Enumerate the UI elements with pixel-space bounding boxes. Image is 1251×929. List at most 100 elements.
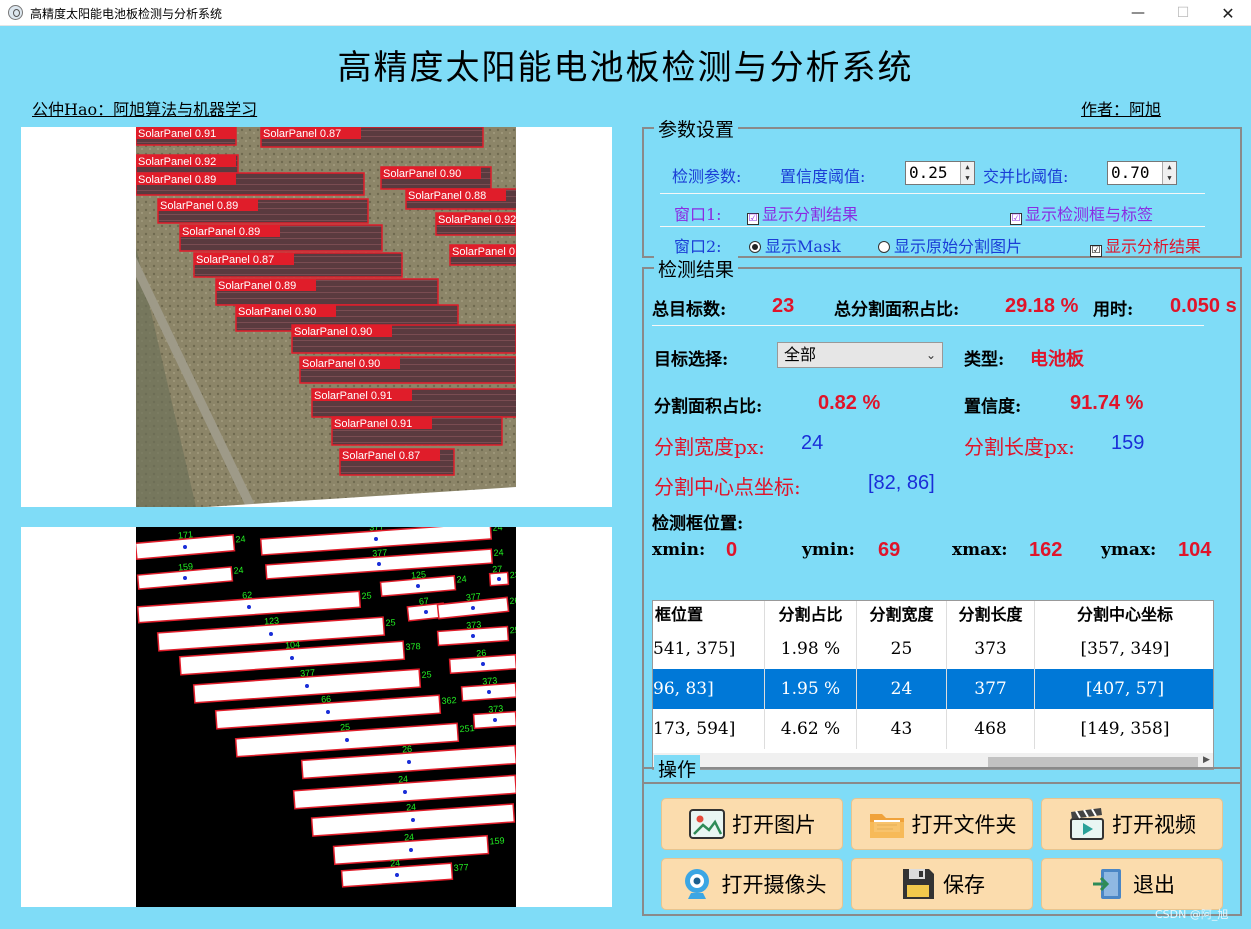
column-header-seg-width[interactable]: 分割宽度 [857,601,947,629]
mask-width-label: 25 [385,617,396,628]
mask-width-label: 25 [361,590,372,601]
column-header-seg-center[interactable]: 分割中心坐标 [1035,601,1213,629]
open-camera-button[interactable]: 打开摄像头 [661,858,843,910]
ymin-label: ymin: [802,540,855,560]
table-header-row: 框位置 分割占比 分割宽度 分割长度 分割中心坐标 [653,601,1213,629]
seg-length-label: 分割长度px: [964,435,1075,459]
detection-label: SolarPanel 0.91 [334,418,412,430]
total-targets-value: 23 [772,295,795,317]
detection-box: SolarPanel 0.90 [380,166,492,190]
open-folder-button[interactable]: 打开文件夹 [851,798,1033,850]
mask-width-label: 24 [235,534,246,545]
type-value: 电池板 [1030,349,1084,370]
type-label: 类型: [964,350,1005,370]
maximize-button[interactable]: ☐ [1160,0,1206,26]
box-position-label: 检测框位置: [652,514,744,534]
minimize-button[interactable]: — [1115,0,1161,26]
operations-group-title: 操作 [654,755,701,782]
mask-length-label: 26 [476,648,487,659]
mask-length-label: 24 [404,832,415,843]
radio-selected-icon [749,241,761,253]
detection-label: SolarPanel 0.89 [138,174,216,186]
target-select-dropdown[interactable]: 全部 ⌄ [777,342,943,368]
column-header-seg-length[interactable]: 分割长度 [947,601,1035,629]
detection-box: SolarPanel 0.87 [193,252,403,278]
mask-length-label: 125 [411,569,427,580]
show-analysis-checkbox[interactable]: ☑ 显示分析结果 [1090,233,1201,257]
exit-button[interactable]: 退出 [1041,858,1223,910]
show-segmentation-checkbox[interactable]: ☑ 显示分割结果 [747,201,858,225]
mask-length-label: 24 [406,802,417,813]
scroll-right-icon[interactable]: ▶ [1203,755,1210,765]
wechat-link[interactable]: 公仲Hao：阿旭算法与机器学习 [32,96,257,120]
show-segmentation-label: 显示分割结果 [762,205,859,224]
column-header-box-position[interactable]: 框位置 [653,601,765,629]
open-folder-label: 打开文件夹 [911,813,1017,837]
table-cell: 25 [857,629,947,669]
open-video-button[interactable]: 打开视频 [1041,798,1223,850]
mask-length-label: 24 [398,774,409,785]
detection-label: SolarPanel 0.90 [383,168,461,180]
detection-label: SolarPanel 0.90 [302,358,380,370]
target-select-label: 目标选择: [654,350,729,370]
mask-width-label: 377 [453,862,469,873]
exit-label: 退出 [1133,873,1175,897]
params-group-title: 参数设置 [654,115,739,142]
watermark: CSDN @阿_旭 [1155,908,1229,921]
detection-box: SolarPanel 0.91 [311,388,516,418]
table-row-selected[interactable]: 96, 83] 1.95 % 24 377 [407, 57] [653,669,1213,709]
save-button[interactable]: 保存 [851,858,1033,910]
detect-params-label: 检测参数: [672,167,742,186]
detection-box: SolarPanel 0.87 [339,448,455,476]
window-title: 高精度太阳能电池板检测与分析系统 [30,7,223,21]
results-table[interactable]: 框位置 分割占比 分割宽度 分割长度 分割中心坐标 541, 375] 1.98… [652,600,1214,770]
mask-length-label: 373 [482,675,498,686]
mask-length-label: 373 [488,703,504,714]
radio-unselected-icon [878,241,890,253]
detection-label: SolarPanel 0.92 [438,214,516,226]
detection-label: SolarPanel 0.89 [160,200,238,212]
mask-length-label: 377 [372,547,388,558]
table-cell: 96, 83] [653,669,765,709]
author-link[interactable]: 作者：阿旭 [1081,96,1161,120]
seg-width-value: 24 [801,432,824,454]
total-targets-label: 总目标数: [652,300,727,320]
show-boxes-labels-checkbox[interactable]: ☑ 显示检测框与标签 [1010,201,1153,225]
mask-length-label: 104 [285,639,301,650]
results-group: 检测结果 总目标数: 23 总分割面积占比: 29.18 % 用时: 0.050… [642,255,1242,784]
elapsed-time-label: 用时: [1093,300,1134,320]
show-mask-radio[interactable]: 显示Mask [749,233,841,257]
chevron-down-icon: ⌄ [925,348,936,362]
conf-threshold-value: 0.25 [909,163,948,182]
show-original-seg-radio[interactable]: 显示原始分割图片 [878,233,1022,257]
detection-label: SolarPanel 0.89 [182,226,260,238]
page-title: 高精度太阳能电池板检测与分析系统 [337,48,914,88]
mask-width-label: 24 [233,565,244,576]
column-header-seg-ratio[interactable]: 分割占比 [765,601,857,629]
mask-width-label: 251 [459,723,475,734]
mask-width-label: 159 [489,835,505,846]
detection-box: SolarPanel 0.89 [136,172,365,196]
table-cell: 377 [947,669,1035,709]
spin-arrows-icon[interactable]: ▲ ▼ [1162,162,1176,184]
seg-center-value: [82, 86] [868,472,935,494]
table-row[interactable]: 541, 375] 1.98 % 25 373 [357, 349] [653,629,1213,669]
close-button[interactable]: ✕ [1205,0,1251,26]
iou-threshold-spinbox[interactable]: 0.70 ▲ ▼ [1107,161,1177,185]
detection-box: SolarPanel 0.87 [260,127,484,148]
detection-result-image: SolarPanel 0.91 SolarPanel 0.87 SolarPanel… [136,127,516,507]
detection-label: SolarPanel 0.91 [138,128,216,140]
window-titlebar: 高精度太阳能电池板检测与分析系统 — ☐ ✕ [0,0,1251,26]
conf-threshold-spinbox[interactable]: 0.25 ▲ ▼ [905,161,975,185]
open-image-button[interactable]: 打开图片 [661,798,843,850]
table-row[interactable]: 173, 594] 4.62 % 43 468 [149, 358] [653,709,1213,749]
detection-label: SolarPanel 0.87 [196,254,274,266]
spin-arrows-icon[interactable]: ▲ ▼ [960,162,974,184]
divider [660,226,1205,227]
table-cell: 4.62 % [765,709,857,749]
open-camera-label: 打开摄像头 [721,873,827,897]
mask-width-label: 26 [509,595,516,606]
divider [660,193,1205,194]
mask-length-label: 25 [340,722,351,733]
scroll-thumb[interactable] [988,757,1198,767]
